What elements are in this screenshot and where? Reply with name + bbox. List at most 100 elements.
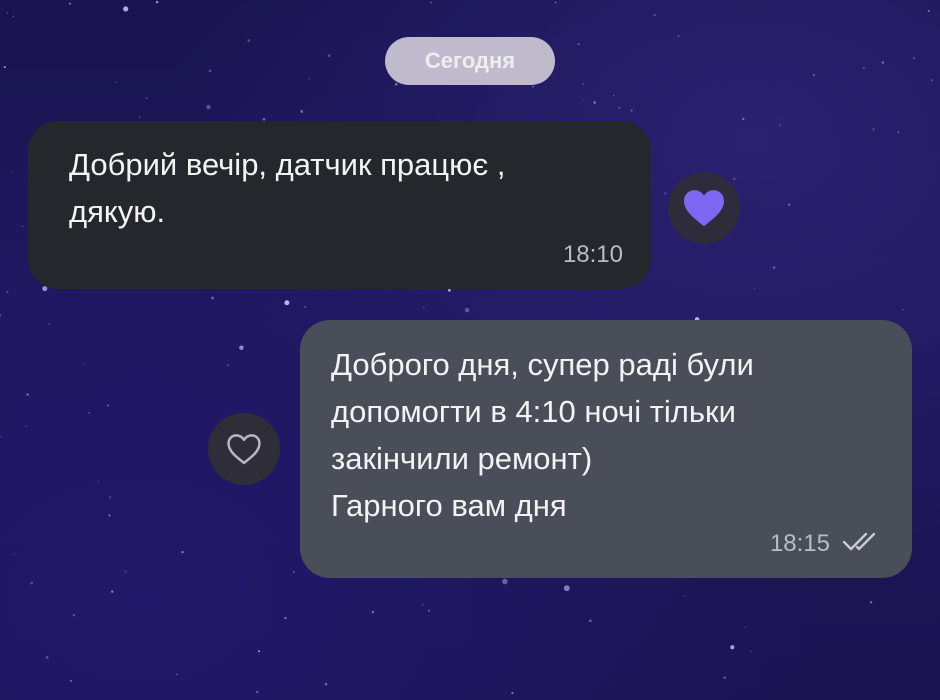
star: [107, 404, 110, 407]
star: [870, 601, 873, 604]
star: [902, 308, 904, 311]
star: [84, 362, 86, 365]
star: [730, 645, 735, 650]
star: [581, 99, 583, 101]
star: [181, 550, 184, 554]
star: [30, 581, 34, 585]
star: [733, 177, 736, 180]
star: [630, 109, 633, 112]
message-text: Доброго дня, супер раді були допомогти в…: [331, 347, 754, 523]
star: [11, 171, 14, 173]
outgoing-message-bubble[interactable]: Доброго дня, супер раді були допомогти в…: [300, 320, 912, 578]
star: [308, 78, 311, 80]
star: [292, 570, 295, 573]
star: [304, 305, 307, 308]
star: [881, 61, 884, 64]
star: [3, 66, 6, 69]
star: [21, 225, 24, 228]
star: [97, 480, 100, 482]
star: [812, 74, 815, 76]
star: [772, 266, 776, 269]
star: [284, 300, 290, 306]
star: [422, 603, 424, 606]
star: [429, 1, 433, 4]
star: [653, 13, 656, 17]
star: [300, 110, 304, 113]
star: [447, 288, 451, 292]
incoming-message-bubble[interactable]: Добрий вечір, датчик працює , дякую. 18:…: [28, 121, 651, 289]
star: [124, 570, 127, 573]
date-separator: Сегодня: [385, 37, 555, 85]
star: [72, 614, 75, 617]
star: [588, 619, 592, 623]
star: [0, 436, 2, 438]
star: [582, 83, 584, 85]
star: [145, 97, 148, 99]
star: [123, 6, 129, 12]
star: [48, 323, 51, 325]
message-time: 18:15: [769, 530, 830, 557]
star: [327, 54, 331, 58]
star: [6, 12, 8, 14]
star: [422, 306, 425, 309]
star: [779, 124, 782, 126]
star: [138, 116, 141, 118]
star: [664, 192, 667, 195]
date-separator-label: Сегодня: [424, 48, 516, 73]
star: [155, 0, 159, 4]
star: [872, 128, 875, 131]
star: [256, 691, 259, 693]
star: [12, 15, 14, 17]
star: [211, 296, 214, 300]
star: [723, 676, 726, 679]
star: [863, 67, 865, 69]
star: [239, 345, 244, 350]
star: [109, 496, 112, 499]
star: [108, 514, 111, 517]
star: [577, 43, 580, 46]
star: [394, 82, 398, 86]
filled-heart-icon: [684, 190, 724, 227]
star: [88, 411, 90, 414]
star: [788, 203, 791, 206]
star: [176, 673, 178, 676]
message-text: Добрий вечір, датчик працює , дякую.: [69, 147, 506, 229]
star: [427, 609, 430, 612]
message-time: 18:10: [562, 241, 623, 268]
star: [742, 117, 745, 121]
star: [227, 364, 230, 367]
star: [930, 79, 933, 82]
star: [912, 56, 916, 60]
star: [68, 2, 71, 5]
star: [324, 682, 328, 686]
star: [677, 35, 680, 38]
reaction-button[interactable]: [668, 172, 740, 244]
star: [6, 290, 9, 293]
star: [13, 553, 15, 555]
star: [45, 656, 49, 659]
star: [464, 307, 470, 313]
star: [618, 106, 621, 110]
star: [744, 626, 747, 629]
star: [927, 9, 930, 12]
double-check-icon: [842, 532, 876, 551]
star: [554, 1, 557, 4]
star: [593, 101, 597, 104]
star: [780, 117, 782, 119]
star: [684, 595, 686, 597]
outline-heart-icon: [227, 434, 261, 465]
star: [206, 104, 211, 110]
star: [208, 69, 212, 73]
star: [753, 287, 756, 290]
star: [502, 578, 508, 585]
star: [284, 617, 287, 620]
star: [26, 393, 29, 396]
star: [247, 39, 251, 42]
star: [563, 585, 570, 592]
star: [511, 691, 514, 695]
star: [613, 94, 615, 96]
star: [257, 650, 261, 653]
star: [897, 131, 900, 134]
star: [371, 610, 374, 614]
reaction-button[interactable]: [208, 413, 280, 485]
